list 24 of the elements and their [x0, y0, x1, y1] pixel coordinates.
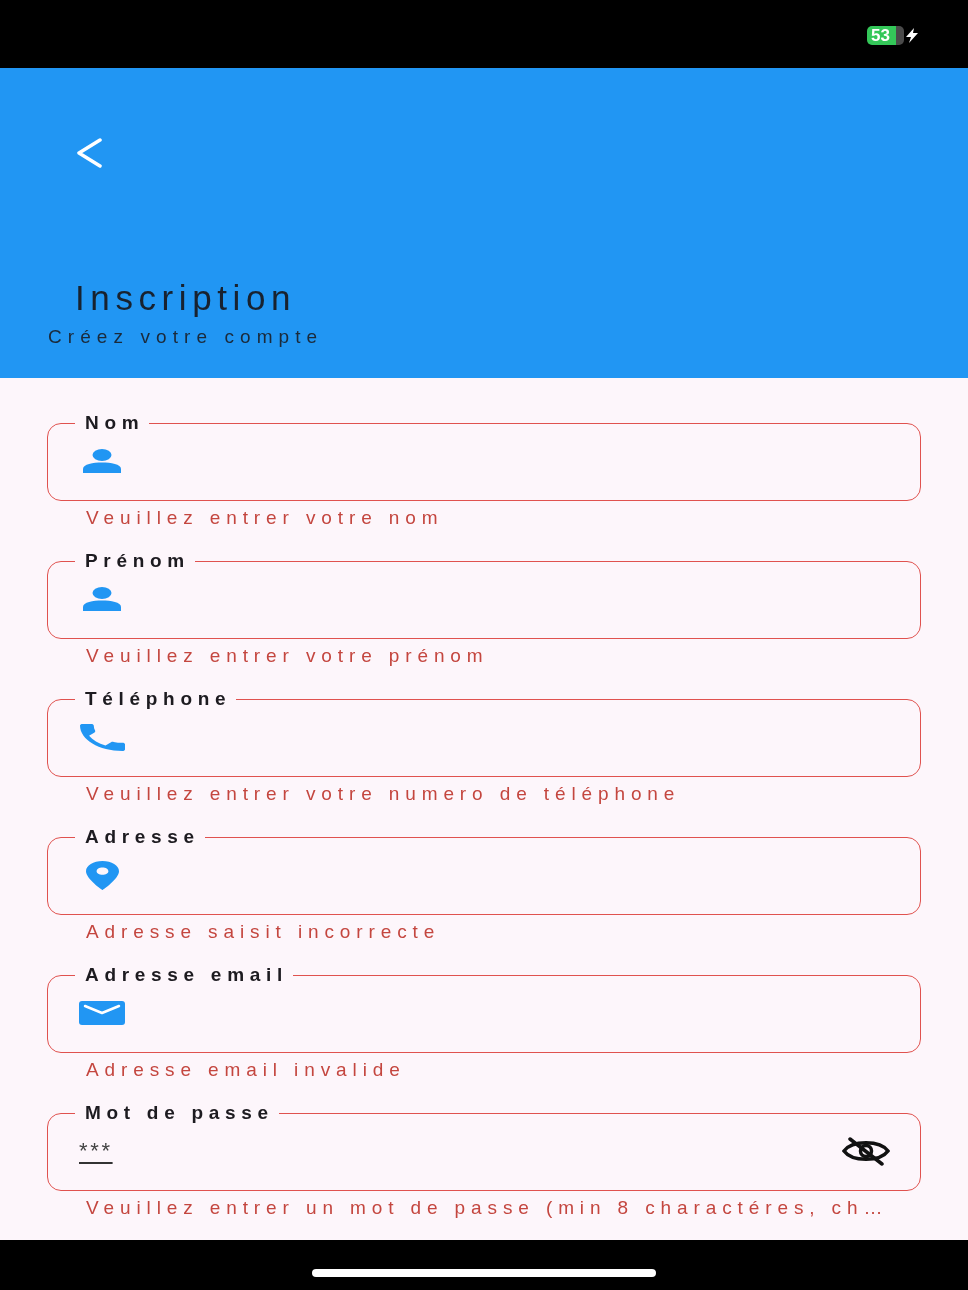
field-label: Adresse: [84, 826, 201, 848]
field-label: Mot de passe: [84, 1102, 275, 1124]
page-subtitle: Créez votre compte: [48, 326, 324, 348]
error-message: Veuillez entrer votre nom: [86, 507, 445, 529]
field-label: Adresse email: [84, 964, 289, 986]
error-message: Veuillez entrer votre prénom: [86, 645, 490, 667]
field-label: Téléphone: [84, 688, 233, 710]
back-button[interactable]: [75, 138, 103, 168]
password-input[interactable]: ***: [79, 1138, 131, 1164]
chevron-left-icon: [75, 138, 103, 168]
error-message: Adresse email invalide: [86, 1059, 407, 1081]
person-icon: [83, 449, 121, 473]
error-message: Veuillez entrer un mot de passe (min 8 charactéres, ch…: [86, 1197, 890, 1219]
person-icon: [83, 587, 121, 611]
field-label: Nom: [84, 412, 146, 434]
envelope-icon: [79, 1001, 125, 1025]
field-label: Prénom: [84, 550, 191, 572]
page-title: Inscription: [75, 278, 297, 318]
phone-icon: [79, 723, 125, 751]
location-pin-icon: [85, 860, 119, 890]
error-message: Veuillez entrer votre numero de téléphone: [86, 783, 682, 805]
error-message: Adresse saisit incorrecte: [86, 921, 442, 943]
battery-indicator: 53: [867, 26, 904, 45]
eye-off-icon[interactable]: [841, 1136, 891, 1166]
